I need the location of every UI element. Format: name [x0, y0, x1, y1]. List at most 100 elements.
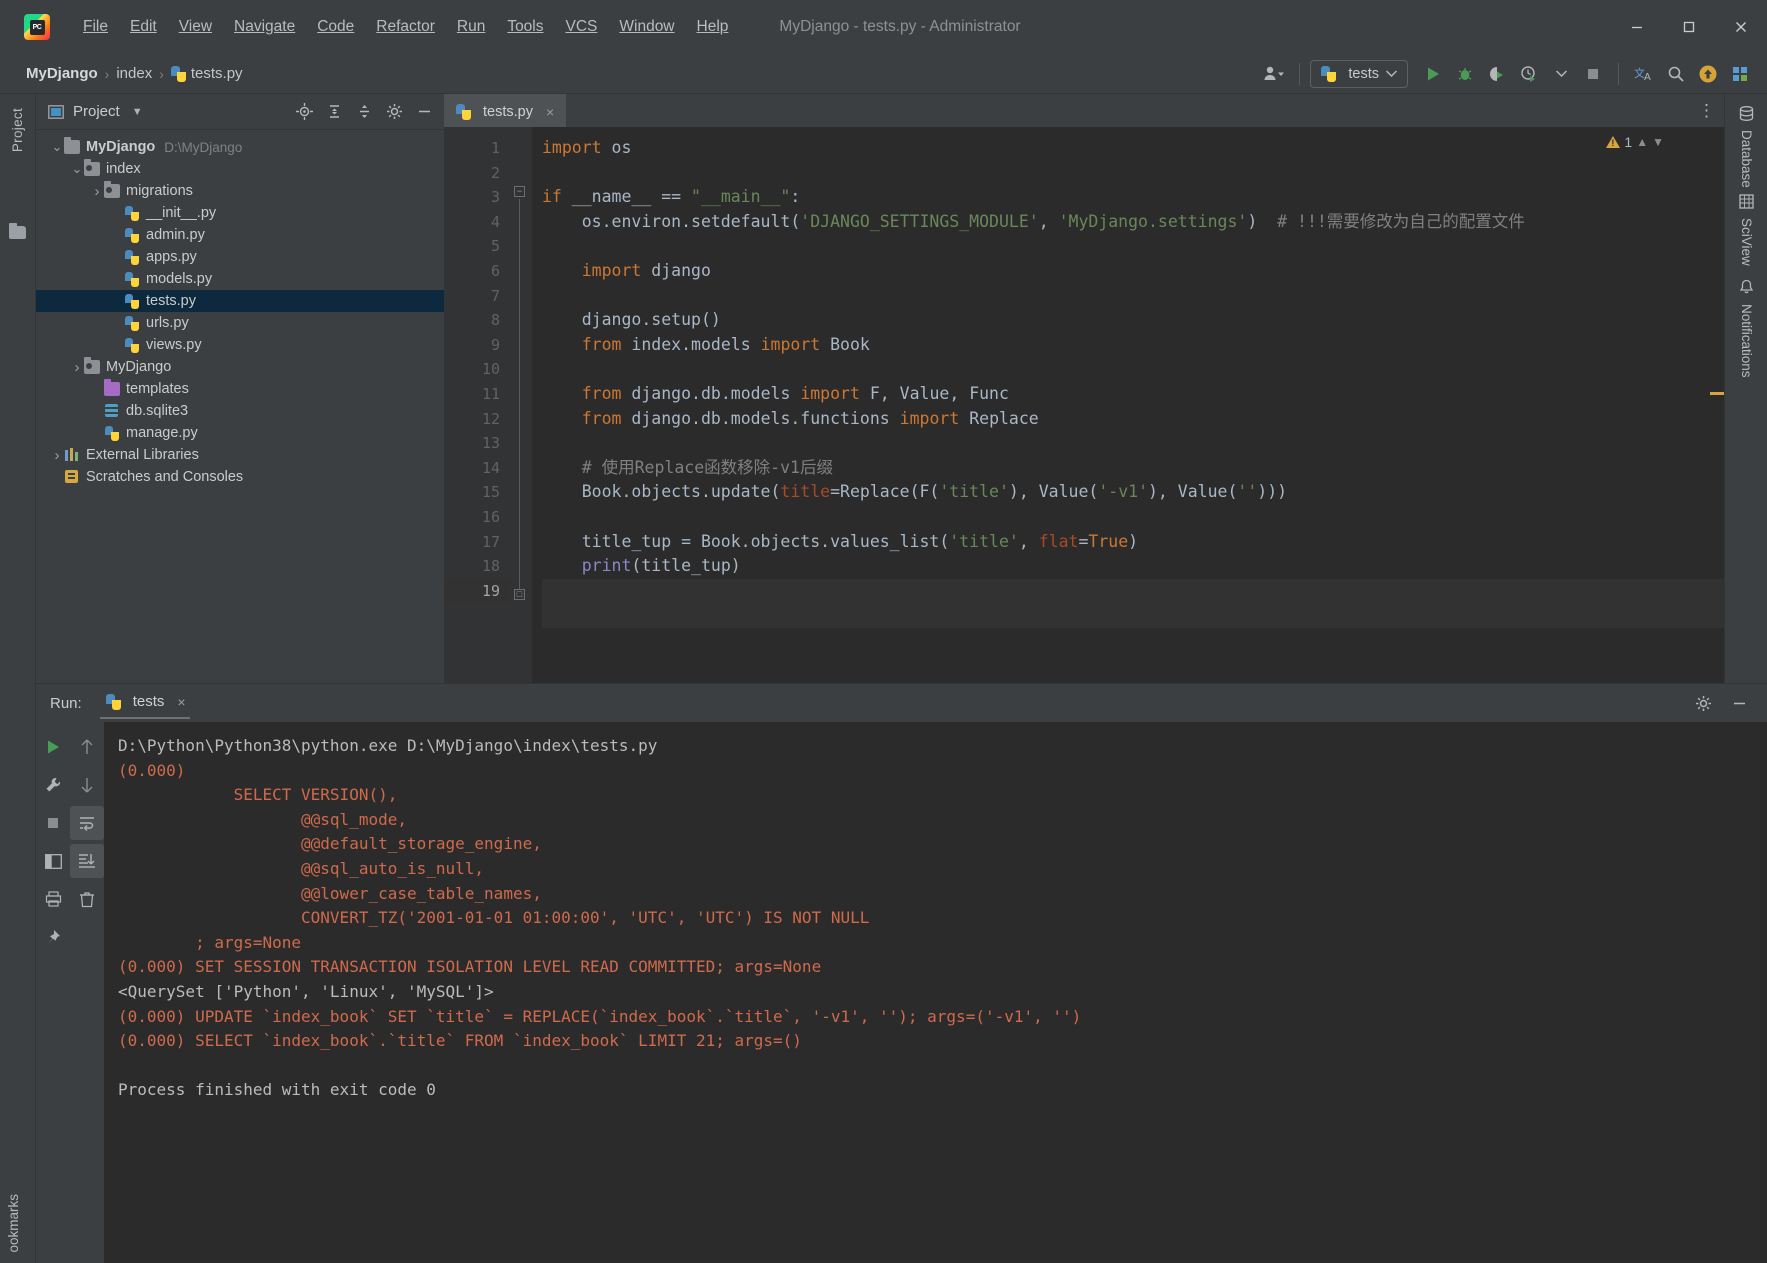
inspection-status[interactable]: 1 ▲ ▼ — [1606, 134, 1664, 150]
stop-icon[interactable] — [36, 806, 70, 840]
plugin-icon[interactable] — [1725, 59, 1755, 89]
console-output[interactable]: D:\Python\Python38\python.exe D:\MyDjang… — [104, 722, 1767, 1263]
run-configuration-selector[interactable]: tests — [1310, 59, 1408, 88]
python-file-icon — [170, 65, 186, 82]
close-icon[interactable]: × — [177, 694, 185, 710]
fold-marker-end[interactable]: □ — [514, 589, 525, 600]
trash-icon[interactable] — [70, 882, 104, 916]
user-avatar-icon[interactable] — [1259, 59, 1289, 89]
pin-icon[interactable] — [36, 920, 70, 954]
close-button[interactable] — [1715, 8, 1767, 46]
chevron-right-icon[interactable]: › — [50, 447, 64, 464]
profile-button[interactable] — [1514, 59, 1544, 89]
tree-item-apps-py[interactable]: · apps.py — [36, 246, 444, 268]
tree-item-urls-py[interactable]: · urls.py — [36, 312, 444, 334]
menu-item-help[interactable]: Help — [686, 14, 740, 40]
scroll-up-icon[interactable] — [70, 730, 104, 764]
soft-wrap-icon[interactable] — [70, 806, 104, 840]
tree-item-manage-py[interactable]: · manage.py — [36, 422, 444, 444]
chevron-right-icon[interactable]: › — [70, 359, 84, 376]
chevron-down-icon[interactable]: ⌄ — [50, 140, 64, 153]
translate-icon[interactable]: 文 A — [1629, 59, 1659, 89]
tree-item-views-py[interactable]: · views.py — [36, 334, 444, 356]
chevron-down-icon[interactable]: ▼ — [132, 106, 143, 118]
tool-button-project[interactable]: Project — [10, 108, 25, 152]
tool-button-database[interactable]: Database — [1725, 106, 1767, 188]
chevron-up-icon[interactable]: ▲ — [1636, 135, 1648, 149]
debug-button[interactable] — [1450, 59, 1480, 89]
tree-item-mydjango[interactable]: ⌄ MyDjango D:\MyDjango — [36, 136, 444, 158]
project-folder-icon[interactable] — [9, 223, 26, 239]
minimize-button[interactable] — [1611, 8, 1663, 46]
print-icon[interactable] — [36, 882, 70, 916]
fold-marker-if-block[interactable]: − — [514, 186, 525, 197]
tree-item-models-py[interactable]: · models.py — [36, 268, 444, 290]
console-line: (0.000) — [118, 760, 186, 780]
wrench-icon[interactable] — [36, 768, 70, 802]
menu-item-code[interactable]: Code — [306, 14, 365, 40]
code-editor[interactable]: 1 2 3 4 5 6 7 8 9 10 11 12 13 14 15 16 17 18 19 − □ import… — [444, 127, 1724, 683]
menu-item-run[interactable]: Run — [446, 14, 496, 40]
menu-bar: File Edit View Navigate Code Refactor Ru… — [72, 14, 739, 40]
line-number: 17 — [481, 532, 500, 551]
stop-button[interactable] — [1578, 59, 1608, 89]
tree-item-scratches-and-consoles[interactable]: · Scratches and Consoles — [36, 466, 444, 488]
code-folding-column[interactable]: − □ — [510, 127, 532, 683]
tree-spacer: · — [110, 318, 124, 329]
chevron-down-icon[interactable]: ▼ — [1652, 135, 1664, 149]
project-tree[interactable]: ⌄MyDjangoD:\MyDjango⌄index›migrations·__… — [36, 130, 444, 683]
console-line: (0.000) UPDATE `index_book` SET `title` … — [118, 1006, 1082, 1026]
maximize-button[interactable] — [1663, 8, 1715, 46]
menu-item-view[interactable]: View — [168, 14, 223, 40]
hide-panel-icon[interactable] — [410, 98, 438, 126]
code-line: # 使用Replace函数移除-v1后缀 — [542, 457, 833, 477]
tree-item-templates[interactable]: · templates — [36, 378, 444, 400]
editor-tab-tests-py[interactable]: tests.py × — [444, 94, 567, 127]
tree-item-index[interactable]: ⌄ index — [36, 158, 444, 180]
tree-item-admin-py[interactable]: · admin.py — [36, 224, 444, 246]
scroll-to-end-icon[interactable] — [70, 844, 104, 878]
collapse-all-icon[interactable] — [350, 98, 378, 126]
code-text[interactable]: import os if __name__ == "__main__": os.… — [532, 127, 1724, 683]
run-button[interactable] — [1418, 59, 1448, 89]
tree-item-migrations[interactable]: › migrations — [36, 180, 444, 202]
left-tool-strip: Project ookmarks — [0, 94, 36, 1263]
menu-item-vcs[interactable]: VCS — [555, 14, 609, 40]
search-icon[interactable] — [1661, 59, 1691, 89]
breadcrumb-folder[interactable]: index — [116, 65, 152, 82]
menu-item-tools[interactable]: Tools — [496, 14, 554, 40]
menu-item-window[interactable]: Window — [608, 14, 685, 40]
tree-item-db-sqlite3[interactable]: · db.sqlite3 — [36, 400, 444, 422]
close-icon[interactable]: × — [546, 104, 554, 120]
breadcrumb-file[interactable]: tests.py — [191, 65, 243, 82]
tree-item--init-py[interactable]: · __init__.py — [36, 202, 444, 224]
menu-item-navigate[interactable]: Navigate — [223, 14, 306, 40]
tool-button-sciview[interactable]: SciView — [1725, 194, 1767, 266]
breadcrumb-project[interactable]: MyDjango — [26, 65, 98, 82]
tree-item-external-libraries[interactable]: › External Libraries — [36, 444, 444, 466]
locate-icon[interactable] — [290, 98, 318, 126]
gear-icon[interactable] — [1689, 689, 1717, 717]
menu-window-label: Window — [619, 18, 675, 35]
run-with-coverage-button[interactable] — [1482, 59, 1512, 89]
tree-item-mydjango[interactable]: › MyDjango — [36, 356, 444, 378]
tool-button-notifications[interactable]: Notifications — [1725, 279, 1767, 378]
menu-item-refactor[interactable]: Refactor — [365, 14, 446, 40]
tool-button-bookmarks[interactable]: ookmarks — [6, 1194, 21, 1253]
tree-item-tests-py[interactable]: · tests.py — [36, 290, 444, 312]
hide-panel-icon[interactable] — [1725, 689, 1753, 717]
scroll-down-icon[interactable] — [70, 768, 104, 802]
run-tab-tests[interactable]: tests × — [99, 687, 190, 719]
menu-item-edit[interactable]: Edit — [119, 14, 168, 40]
layout-icon[interactable] — [36, 844, 70, 878]
rerun-icon[interactable] — [36, 730, 70, 764]
menu-item-file[interactable]: File — [72, 14, 119, 40]
chevron-down-icon[interactable] — [1546, 59, 1576, 89]
console-line: @@sql_mode, — [118, 809, 407, 829]
expand-all-icon[interactable] — [320, 98, 348, 126]
chevron-right-icon[interactable]: › — [90, 183, 104, 200]
more-options-icon[interactable]: ⋮ — [1698, 101, 1716, 121]
chevron-down-icon[interactable]: ⌄ — [70, 162, 84, 175]
gear-icon[interactable] — [380, 98, 408, 126]
update-icon[interactable] — [1693, 59, 1723, 89]
